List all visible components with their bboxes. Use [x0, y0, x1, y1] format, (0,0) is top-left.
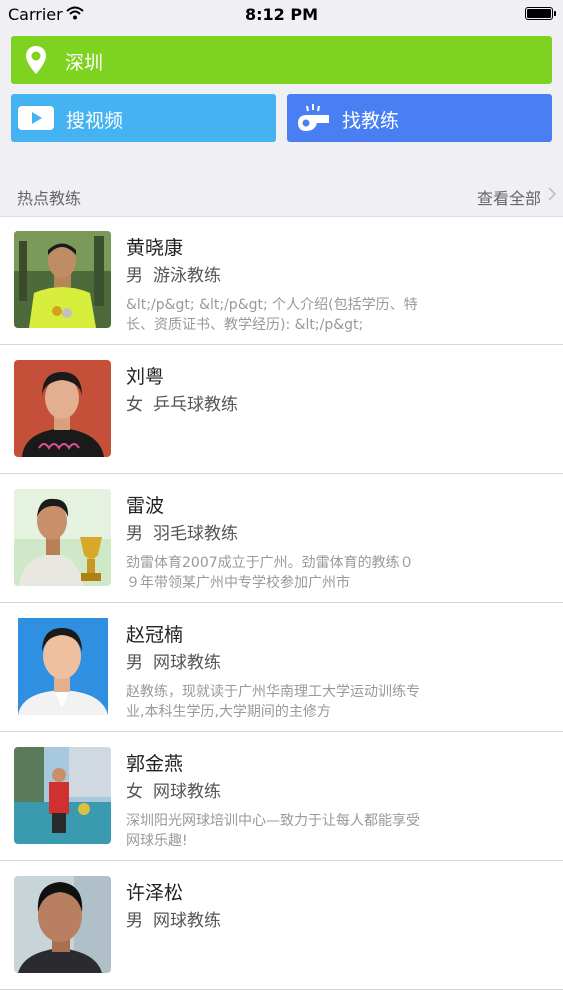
coach-sport: 网球教练 — [153, 782, 221, 802]
coach-meta: 男羽毛球教练 — [126, 519, 238, 544]
search-video-label: 搜视频 — [66, 110, 124, 132]
avatar — [14, 876, 111, 973]
coach-meta: 女网球教练 — [126, 777, 221, 802]
avatar — [14, 360, 111, 457]
coach-sport: 网球教练 — [153, 653, 221, 673]
coach-gender: 男 — [126, 266, 143, 286]
avatar — [14, 747, 111, 844]
coach-gender: 男 — [126, 911, 143, 931]
coach-name: 郭金燕 — [126, 753, 184, 775]
coach-description: 赵教练，现就读于广州华南理工大学运动训练专业,本科生学历,大学期间的主修方 — [126, 684, 420, 720]
coach-name: 许泽松 — [126, 882, 184, 904]
coach-gender: 男 — [126, 653, 143, 673]
coach-sport: 乒乓球教练 — [153, 395, 238, 415]
battery-icon — [525, 7, 556, 20]
coach-row[interactable]: 赵冠楠 男网球教练 赵教练，现就读于广州华南理工大学运动训练专业,本科生学历,大… — [0, 604, 563, 732]
view-all-link[interactable]: 查看全部 — [477, 185, 541, 209]
coach-meta: 男游泳教练 — [126, 261, 221, 286]
coach-gender: 女 — [126, 782, 143, 802]
find-coach-button[interactable]: 找教练 — [287, 94, 552, 142]
find-coach-label: 找教练 — [342, 110, 400, 132]
coach-sport: 游泳教练 — [153, 266, 221, 286]
avatar — [14, 618, 111, 715]
location-city: 深圳 — [65, 52, 104, 74]
coach-meta: 男网球教练 — [126, 906, 221, 931]
whistle-icon — [298, 104, 329, 131]
coach-description: 深圳阳光网球培训中心—致力于让每人都能享受网球乐趣! — [126, 813, 420, 849]
section-title: 热点教练 — [17, 189, 82, 208]
avatar — [14, 231, 111, 328]
coach-sport: 网球教练 — [153, 911, 221, 931]
location-pin-icon — [26, 46, 46, 74]
coach-description: &lt;/p&gt; &lt;/p&gt; 个人介绍(包括学历、特长、资质证书、… — [126, 297, 418, 333]
chevron-right-icon[interactable] — [548, 187, 556, 201]
coach-row[interactable]: 郭金燕 女网球教练 深圳阳光网球培训中心—致力于让每人都能享受网球乐趣! — [0, 733, 563, 861]
location-selector[interactable]: 深圳 — [11, 36, 552, 84]
status-bar: Carrier 8:12 PM — [0, 0, 563, 30]
section-header: 热点教练 查看全部 — [0, 180, 563, 216]
status-time: 8:12 PM — [244, 5, 318, 24]
coach-row[interactable]: 许泽松 男网球教练 — [0, 862, 563, 990]
search-video-button[interactable]: 搜视频 — [11, 94, 276, 142]
coach-name: 黄晓康 — [126, 237, 184, 259]
coach-sport: 羽毛球教练 — [153, 524, 238, 544]
coach-meta: 女乒乓球教练 — [126, 390, 238, 415]
avatar — [14, 489, 111, 586]
play-video-icon — [18, 106, 54, 130]
coach-row[interactable]: 黄晓康 男游泳教练 &lt;/p&gt; &lt;/p&gt; 个人介绍(包括学… — [0, 217, 563, 345]
coach-row[interactable]: 雷波 男羽毛球教练 劲雷体育2007成立于广州。劲雷体育的教练０９年带领某广州中… — [0, 475, 563, 603]
coach-meta: 男网球教练 — [126, 648, 221, 673]
coach-name: 刘粤 — [126, 366, 165, 388]
coach-gender: 女 — [126, 395, 143, 415]
coach-gender: 男 — [126, 524, 143, 544]
coach-name: 赵冠楠 — [126, 624, 184, 646]
coach-row[interactable]: 刘粤 女乒乓球教练 — [0, 346, 563, 474]
coach-description: 劲雷体育2007成立于广州。劲雷体育的教练０９年带领某广州中专学校参加广州市 — [126, 555, 414, 591]
coach-name: 雷波 — [126, 495, 165, 517]
coach-list: 黄晓康 男游泳教练 &lt;/p&gt; &lt;/p&gt; 个人介绍(包括学… — [0, 216, 563, 1001]
